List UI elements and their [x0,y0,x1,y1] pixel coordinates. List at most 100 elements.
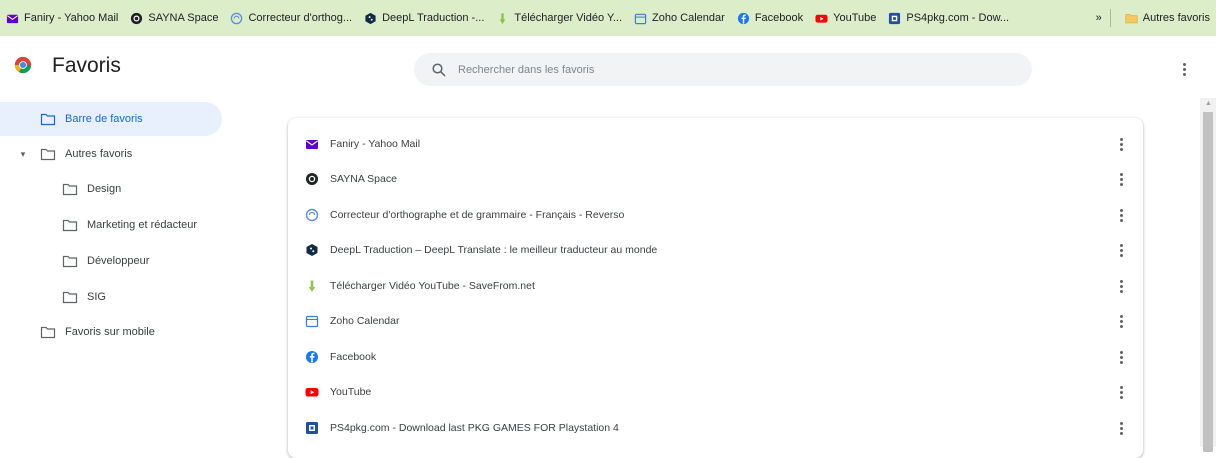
folder-icon [40,326,56,338]
bookmark-title: Zoho Calendar [330,315,400,327]
bookmark-title: SAYNA Space [330,173,397,185]
bookmarks-manager-header: Favoris [0,36,1216,98]
bookmarks-bar-item[interactable]: Faniry - Yahoo Mail [0,7,124,29]
more-vert-icon[interactable] [1113,383,1129,403]
bookmark-row[interactable]: Zoho Calendar [288,304,1143,339]
folder-tree-item[interactable]: SIG [0,280,228,314]
bookmark-row[interactable]: Facebook [288,339,1143,374]
folder-tree-label: Développeur [87,255,150,267]
vertical-scrollbar[interactable]: ▲ [1200,98,1216,452]
bookmarks-bar-item-label: PS4pkg.com - Dow... [906,12,1010,24]
bookmarks-bar-item-label: Correcteur d'orthog... [248,12,353,24]
bookmark-title: YouTube [330,386,372,398]
bookmarks-bar-item[interactable]: DeepL Traduction -... [358,7,490,29]
bookmark-row[interactable]: PS4pkg.com - Download last PKG GAMES FOR… [288,410,1143,445]
deepl-icon [365,12,376,24]
folder-icon [40,113,56,125]
bookmark-title: Faniry - Yahoo Mail [330,137,421,150]
folder-icon [1125,13,1138,23]
bookmarks-bar-item-label: DeepL Traduction -... [382,12,485,24]
folder-tree-item[interactable]: Design [0,172,228,206]
scroll-up-arrow-icon[interactable]: ▲ [1205,100,1212,107]
folder-tree-item[interactable]: Favoris sur mobile [0,315,228,349]
sayna-icon [306,173,318,185]
search-icon [432,62,446,77]
bookmarks-bar-item[interactable]: YouTube [809,7,882,29]
bookmark-title: Télécharger Vidéo YouTube - SaveFrom.net [330,279,535,292]
folder-tree-item[interactable]: Développeur [0,244,228,278]
bookmarks-bar-item-label: SAYNA Space [148,12,219,24]
bookmark-row[interactable]: Faniry - Yahoo Mail [288,126,1143,161]
yahoo-mail-icon [6,14,19,23]
savefrom-icon [309,280,315,292]
search-box[interactable] [414,53,1032,86]
bookmark-list: Faniry - Yahoo Mail SAYNA Space Correcteur… [288,118,1143,458]
bookmarks-bar-item-label: Zoho Calendar [652,12,725,24]
zoho-calendar-icon [305,315,319,328]
bookmark-row[interactable]: Correcteur d'orthographe et de grammaire… [288,197,1143,232]
bookmark-row[interactable]: DeepL Traduction – DeepL Translate : le … [288,233,1143,268]
bookmarks-bar-items: Faniry - Yahoo Mail SAYNA Space Correcteur… [0,7,1015,29]
ps4pkg-icon [306,421,318,434]
zoho-calendar-icon [634,13,647,24]
facebook-icon [737,12,749,24]
bookmarks-bar-item-label: Faniry - Yahoo Mail [24,12,119,24]
bookmarks-bar-item[interactable]: Zoho Calendar [628,7,731,29]
folder-icon [62,219,78,231]
folder-tree-label: Favoris sur mobile [65,326,155,338]
youtube-icon [305,388,319,397]
other-bookmarks-label: Autres favoris [1142,12,1210,24]
other-bookmarks-folder[interactable]: Autres favoris [1119,7,1216,29]
bookmarks-bar-item-label: Télécharger Vidéo Y... [514,12,623,24]
bookmark-title: PS4pkg.com - Download last PKG GAMES FOR… [330,421,619,434]
more-bookmarks-button[interactable]: » [1088,12,1110,24]
bookmarks-bar-divider [1109,9,1111,27]
bookmark-title: Facebook [330,350,377,363]
more-vert-icon[interactable] [1113,241,1129,261]
bookmark-row[interactable]: Télécharger Vidéo YouTube - SaveFrom.net [288,268,1143,303]
expand-arrow-icon[interactable]: ▾ [18,149,28,160]
bookmarks-bar-item[interactable]: Facebook [731,7,809,29]
deepl-icon [306,244,318,256]
bookmarks-bar-right: » Autres favoris [1088,0,1216,36]
more-vert-icon[interactable] [1113,170,1129,190]
more-vert-icon[interactable] [1113,418,1129,438]
folder-tree-label: Design [87,183,122,195]
youtube-icon [815,14,828,23]
more-vert-icon[interactable] [1176,59,1192,79]
bookmarks-bar-item-label: Facebook [754,12,804,24]
facebook-icon [306,350,318,363]
chrome-logo-icon [14,56,32,74]
page-title: Favoris [52,54,121,77]
folder-tree-item[interactable]: Marketing et rédacteur [0,208,228,242]
sayna-icon [131,12,143,24]
bookmarks-bar-item[interactable]: Correcteur d'orthog... [224,7,358,29]
search-input[interactable] [458,63,998,76]
folder-tree-label: Marketing et rédacteur [87,219,198,231]
folder-tree-item[interactable]: Barre de favoris [0,102,222,136]
ps4pkg-icon [889,12,901,24]
bookmarks-bar-item-label: YouTube [833,12,877,24]
bookmark-row[interactable]: YouTube [288,375,1143,410]
reverso-icon [305,208,319,221]
bookmarks-bar-item[interactable]: PS4pkg.com - Dow... [882,7,1015,29]
scrollbar-thumb[interactable] [1203,112,1213,452]
folder-icon [62,291,78,303]
more-vert-icon[interactable] [1113,205,1129,225]
more-vert-icon[interactable] [1113,276,1129,296]
folder-icon [40,148,56,160]
more-vert-icon[interactable] [1113,134,1129,154]
bookmark-title: DeepL Traduction – DeepL Translate : le … [330,244,658,256]
folder-icon [62,255,78,267]
bookmarks-bar-item[interactable]: Télécharger Vidéo Y... [490,7,628,29]
bookmarks-bar: Faniry - Yahoo Mail SAYNA Space Correcteur… [0,0,1216,36]
more-vert-icon[interactable] [1113,312,1129,332]
folder-tree-label: Autres favoris [65,148,133,160]
folder-tree-label: Barre de favoris [65,113,143,125]
bookmarks-bar-item[interactable]: SAYNA Space [124,7,224,29]
bookmark-row[interactable]: SAYNA Space [288,162,1143,197]
folder-tree-item[interactable]: ▾ Autres favoris [0,137,228,171]
bookmark-title: Correcteur d'orthographe et de grammaire… [330,208,625,221]
more-vert-icon[interactable] [1113,347,1129,367]
savefrom-icon [500,12,506,24]
